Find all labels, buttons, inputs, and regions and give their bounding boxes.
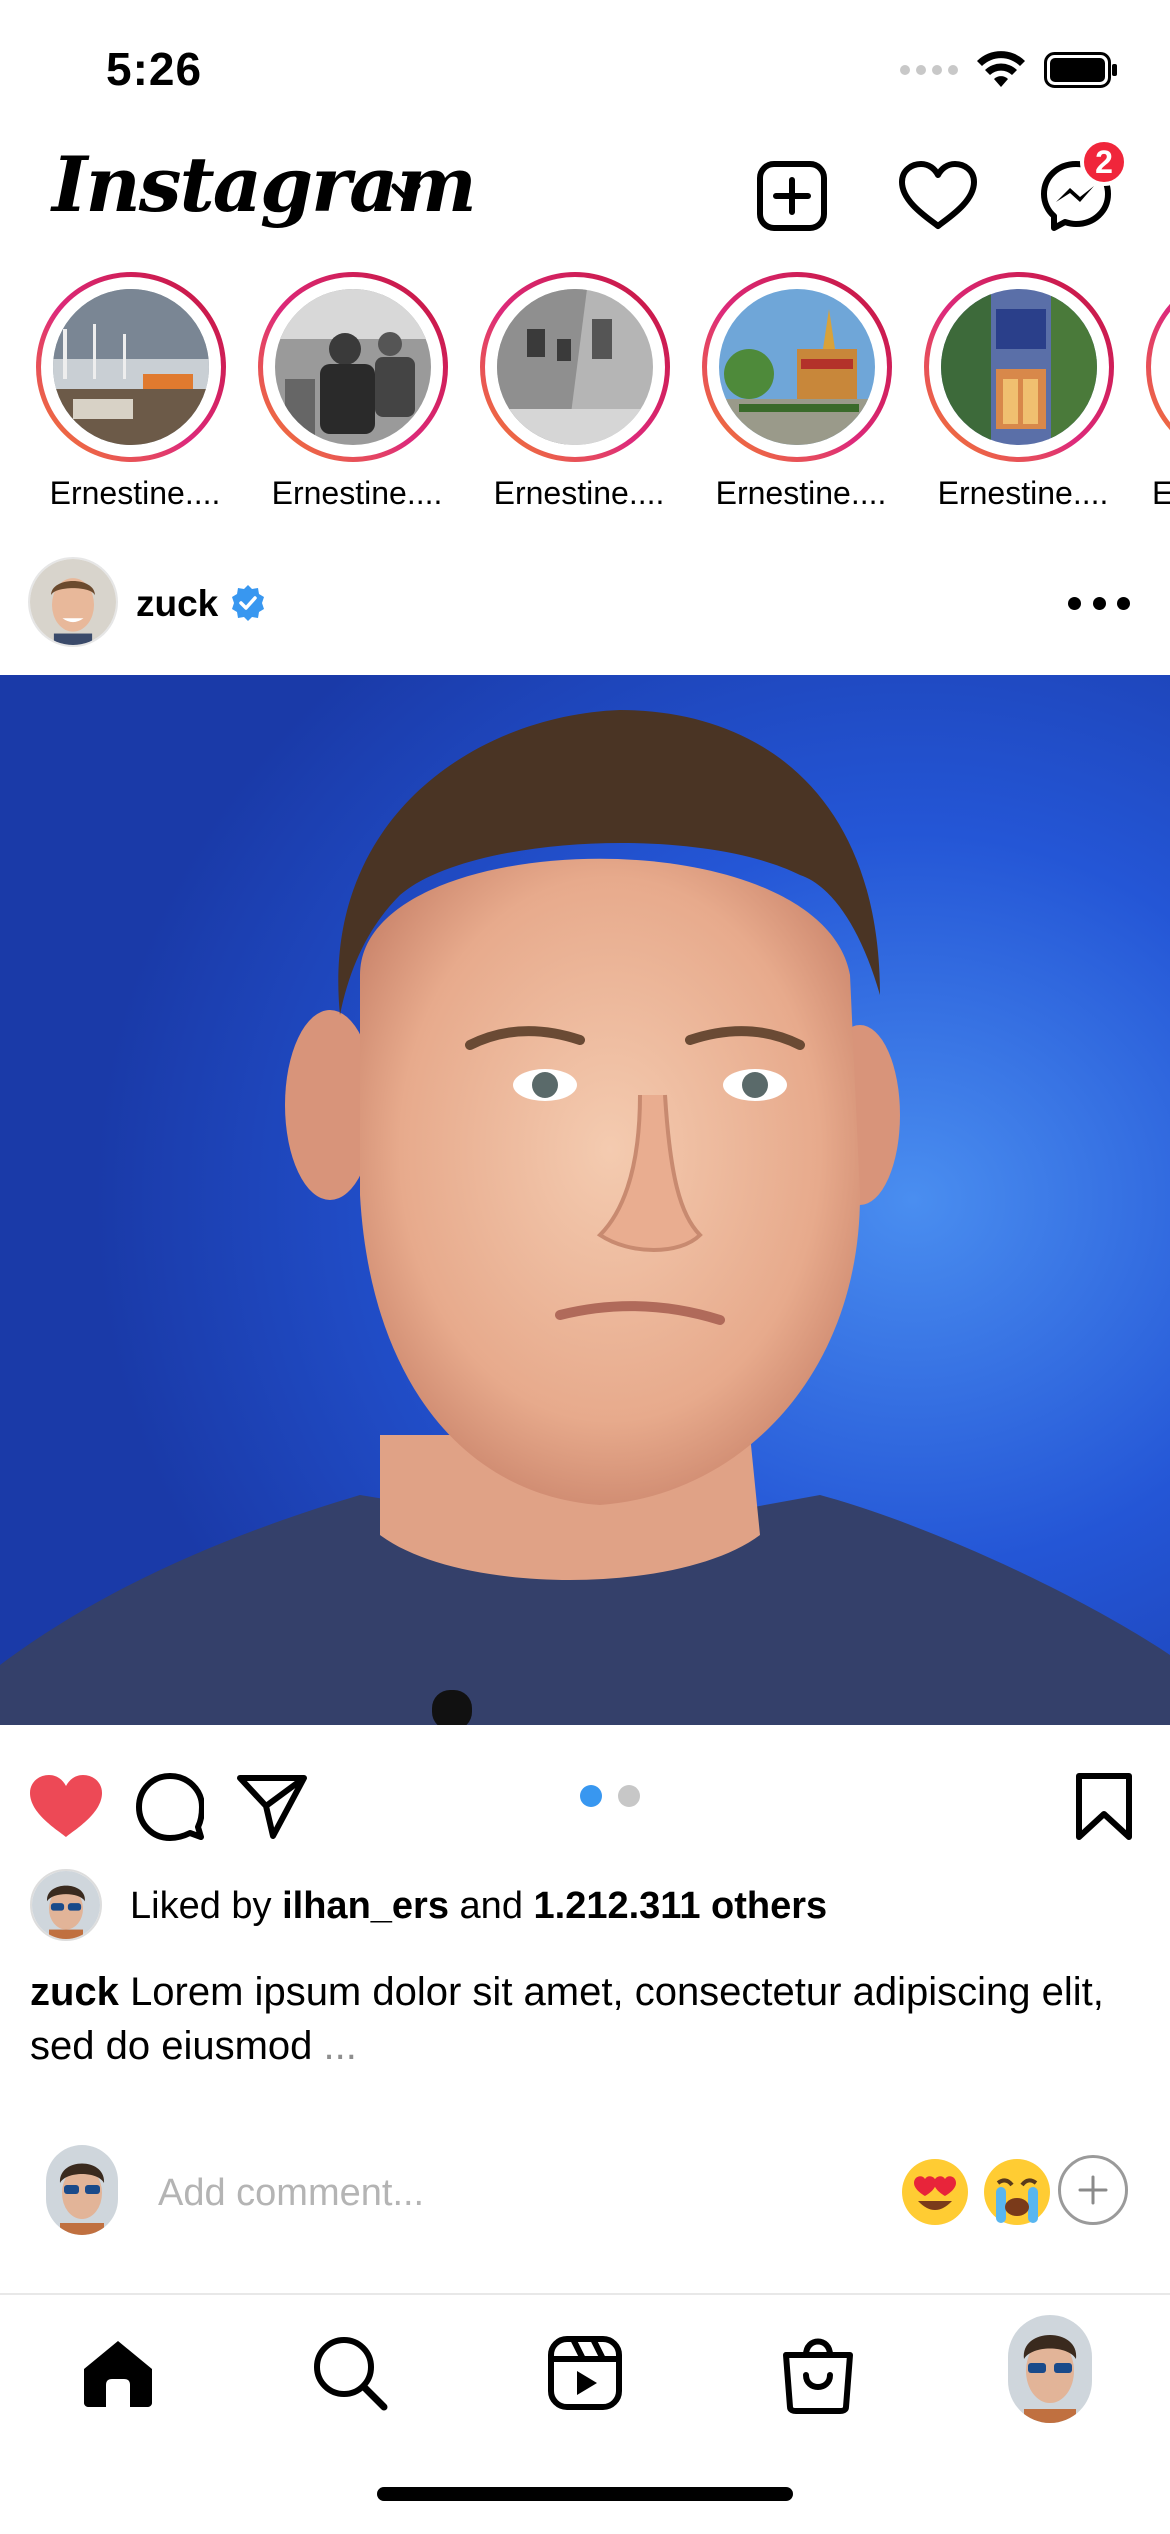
messenger-badge: 2 <box>1080 138 1128 186</box>
story-thumbnail <box>497 289 653 445</box>
app-header: Instagram 2 <box>0 130 1170 265</box>
shop-icon <box>783 2338 853 2414</box>
crying-emoji-icon[interactable] <box>982 2157 1052 2227</box>
cellular-signal-icon <box>900 65 958 75</box>
story-name: Ernestine.... <box>493 475 665 511</box>
story-name: Ernestine.... <box>49 475 221 511</box>
post-username[interactable]: zuck <box>136 583 218 625</box>
story-item[interactable]: Ernestine.... <box>918 270 1118 520</box>
status-icons <box>900 50 1118 90</box>
status-time: 5:26 <box>106 43 203 95</box>
add-reaction-button[interactable] <box>1058 2155 1128 2225</box>
reels-icon <box>548 2336 622 2410</box>
home-icon <box>84 2341 152 2407</box>
heart-icon <box>899 161 977 229</box>
post-header: zuck <box>0 545 1170 660</box>
tab-search[interactable] <box>300 2323 400 2423</box>
add-comment-row <box>0 2135 1170 2255</box>
tab-shop[interactable] <box>768 2323 868 2423</box>
story-thumbnail <box>719 289 875 445</box>
save-button[interactable] <box>1064 1767 1144 1847</box>
share-icon <box>237 1775 307 1839</box>
current-user-avatar <box>46 2145 118 2235</box>
search-icon <box>314 2337 388 2411</box>
comment-button[interactable] <box>130 1767 210 1847</box>
story-thumbnail <box>941 289 1097 445</box>
caption-username[interactable]: zuck <box>30 1970 119 2014</box>
chevron-down-icon[interactable] <box>386 172 426 212</box>
tab-reels[interactable] <box>535 2323 635 2423</box>
wifi-icon <box>977 51 1025 87</box>
dot <box>1117 596 1130 610</box>
story-thumbnail <box>53 289 209 445</box>
share-button[interactable] <box>232 1767 312 1847</box>
home-indicator <box>377 2487 793 2501</box>
story-name: Ernestine.... <box>715 475 887 511</box>
more-options-button[interactable] <box>1054 585 1144 621</box>
post-caption: zuck Lorem ipsum dolor sit amet, consect… <box>30 1965 1140 2073</box>
plus-icon <box>1078 2175 1108 2205</box>
tab-profile-avatar[interactable] <box>1008 2315 1092 2423</box>
new-post-icon <box>757 161 827 231</box>
story-ring <box>1146 272 1170 462</box>
story-name: Ernestine.... <box>937 475 1109 511</box>
likes-summary[interactable]: Liked by ilhan_ers and 1.212.311 others <box>130 1885 827 1928</box>
carousel-dot-active <box>580 1785 602 1807</box>
story-item[interactable]: Ernestine.... <box>696 270 896 520</box>
likes-count[interactable]: 1.212.311 others <box>534 1885 828 1927</box>
story-item[interactable]: E <box>1140 270 1170 520</box>
verified-badge-icon <box>232 585 264 621</box>
stories-tray: Ernestine.... Ernestine.... Ernestine...… <box>0 270 1170 520</box>
notifications-button[interactable] <box>898 156 978 236</box>
story-thumbnail <box>275 289 431 445</box>
caption-more-link[interactable]: ... <box>324 2024 357 2068</box>
comment-icon <box>136 1773 204 1841</box>
caption-text: Lorem ipsum dolor sit amet, consectetur … <box>30 1970 1104 2068</box>
like-filled-icon <box>30 1775 102 1837</box>
story-item[interactable]: Ernestine.... <box>474 270 674 520</box>
story-item[interactable]: Ernestine.... <box>252 270 452 520</box>
story-name: E <box>1152 475 1170 511</box>
new-post-button[interactable] <box>752 156 832 236</box>
status-bar: 5:26 <box>0 0 1170 130</box>
battery-icon <box>1044 52 1117 88</box>
story-item[interactable]: Ernestine.... <box>30 270 230 520</box>
carousel-dot <box>618 1785 640 1807</box>
story-name: Ernestine.... <box>271 475 443 511</box>
likes-and: and <box>459 1885 523 1927</box>
liker-avatar[interactable] <box>30 1869 102 1941</box>
heart-eyes-emoji-icon[interactable] <box>900 2157 970 2227</box>
dot <box>1068 596 1081 610</box>
bookmark-icon <box>1076 1773 1132 1840</box>
likes-row: Liked by ilhan_ers and 1.212.311 others <box>0 1865 1170 1945</box>
likes-prefix: Liked by <box>130 1885 272 1927</box>
liked-by-user[interactable]: ilhan_ers <box>282 1885 449 1927</box>
dot <box>1092 596 1106 610</box>
comment-input[interactable] <box>158 2165 718 2221</box>
like-button[interactable] <box>26 1767 106 1847</box>
post-author-avatar[interactable] <box>28 557 118 647</box>
tab-home[interactable] <box>68 2323 168 2423</box>
post-image[interactable] <box>0 675 1170 1725</box>
carousel-indicator <box>580 1785 640 1807</box>
